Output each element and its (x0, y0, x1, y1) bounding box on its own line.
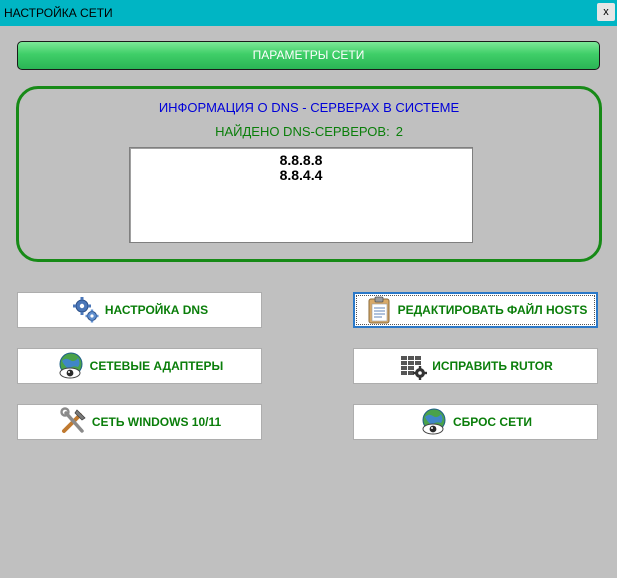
dns-settings-label: НАСТРОЙКА DNS (104, 303, 209, 317)
dns-info-panel: ИНФОРМАЦИЯ О DNS - СЕРВЕРАХ В СИСТЕМЕ НА… (16, 86, 602, 262)
edit-hosts-label: РЕДАКТИРОВАТЬ ФАЙЛ HOSTS (397, 303, 588, 317)
network-adapters-button[interactable]: СЕТЕВЫЕ АДАПТЕРЫ (17, 348, 262, 384)
windows-network-label: СЕТЬ WINDOWS 10/11 (91, 415, 222, 429)
dns-found-count: 2 (395, 124, 403, 139)
clipboard-icon (364, 295, 394, 325)
dns-settings-button[interactable]: НАСТРОЙКА DNS (17, 292, 262, 328)
table-gear-icon (398, 351, 428, 381)
network-adapters-label: СЕТЕВЫЕ АДАПТЕРЫ (89, 359, 224, 373)
windows-network-button[interactable]: СЕТЬ WINDOWS 10/11 (17, 404, 262, 440)
gears-icon (71, 295, 101, 325)
fix-rutor-button[interactable]: ИСПРАВИТЬ RUTOR (353, 348, 598, 384)
dns-server-item[interactable]: 8.8.4.4 (130, 168, 472, 183)
dns-server-item[interactable]: 8.8.8.8 (130, 153, 472, 168)
dns-found-line: НАЙДЕНО DNS-СЕРВЕРОВ: 2 (19, 124, 599, 139)
reset-network-label: СБРОС СЕТИ (452, 415, 533, 429)
globe-eye-icon (56, 351, 86, 381)
title-bar: НАСТРОЙКА СЕТИ x (0, 0, 617, 26)
dns-server-list[interactable]: 8.8.8.8 8.8.4.4 (129, 147, 473, 243)
tools-icon (58, 407, 88, 437)
network-params-button[interactable]: ПАРАМЕТРЫ СЕТИ (17, 41, 600, 70)
fix-rutor-label: ИСПРАВИТЬ RUTOR (432, 359, 553, 373)
dns-found-label: НАЙДЕНО DNS-СЕРВЕРОВ: (215, 124, 390, 139)
close-button[interactable]: x (597, 3, 615, 21)
reset-network-button[interactable]: СБРОС СЕТИ (353, 404, 598, 440)
dns-info-title: ИНФОРМАЦИЯ О DNS - СЕРВЕРАХ В СИСТЕМЕ (158, 100, 460, 115)
window-title: НАСТРОЙКА СЕТИ (4, 6, 113, 20)
edit-hosts-button[interactable]: РЕДАКТИРОВАТЬ ФАЙЛ HOSTS (353, 292, 598, 328)
globe-eye-icon (419, 407, 449, 437)
